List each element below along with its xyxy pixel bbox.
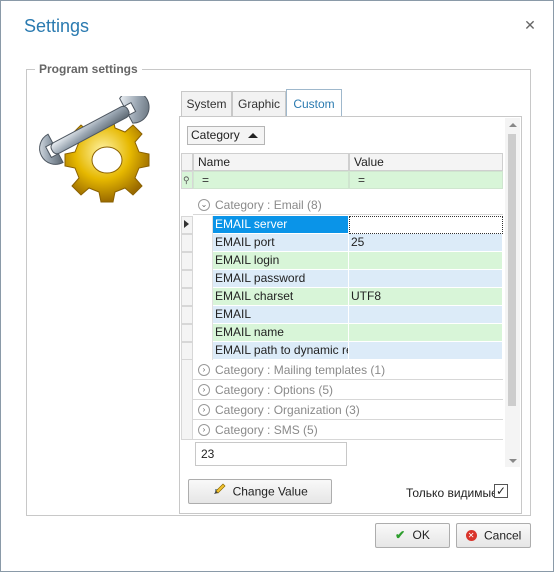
category-label: Category : Mailing templates (1) (215, 363, 386, 377)
row-value-cell[interactable] (349, 306, 503, 324)
row-name-cell[interactable]: EMAIL login (213, 252, 349, 270)
category-row-options[interactable]: › Category : Options (5) (193, 380, 503, 400)
row-name-cell[interactable]: EMAIL server (213, 216, 349, 234)
settings-dialog: Settings ✕ Program settings System Graph… (0, 0, 554, 572)
ok-label: OK (412, 528, 430, 542)
category-row-organization[interactable]: › Category : Organization (3) (193, 400, 503, 420)
only-visible-checkbox[interactable]: ✓ (494, 484, 508, 498)
check-icon: ✔ (395, 528, 406, 542)
ok-button[interactable]: ✔ OK (375, 523, 450, 548)
scroll-thumb[interactable] (508, 134, 516, 406)
current-row-arrow-icon (184, 220, 189, 228)
row-value-cell[interactable] (349, 252, 503, 270)
expand-icon[interactable]: › (198, 364, 210, 376)
change-value-button[interactable]: Change Value (188, 479, 332, 504)
scroll-up-icon[interactable] (509, 123, 517, 127)
cancel-icon: ✕ (465, 530, 477, 542)
row-name-cell[interactable]: EMAIL password (213, 270, 349, 288)
column-header-name[interactable]: Name (193, 153, 349, 171)
tab-system[interactable]: System (181, 91, 232, 116)
category-label: Category : Options (5) (215, 383, 334, 397)
filter-row-gutter: ⚲ (181, 171, 193, 189)
pencil-icon (212, 480, 226, 503)
scroll-down-icon[interactable] (509, 459, 517, 463)
filter-cell-name[interactable]: = (193, 171, 349, 189)
filter-pin-icon: ⚲ (183, 175, 190, 185)
category-label: Category : Organization (3) (215, 403, 360, 417)
change-value-label: Change Value (232, 484, 308, 499)
expand-icon[interactable]: › (198, 424, 210, 436)
row-value-cell[interactable] (349, 216, 503, 234)
group-by-combo[interactable]: Category (187, 126, 265, 145)
category-row-mailing-templates[interactable]: › Category : Mailing templates (1) (193, 360, 503, 380)
sort-ascending-icon (248, 133, 258, 138)
row-value-cell[interactable] (349, 324, 503, 342)
row-value-cell[interactable] (349, 342, 503, 360)
tab-graphic[interactable]: Graphic (232, 91, 286, 116)
close-icon[interactable]: ✕ (523, 18, 537, 32)
record-count: 23 (195, 442, 347, 466)
expand-icon[interactable]: › (198, 384, 210, 396)
cancel-label: Cancel (483, 528, 522, 543)
row-indicator (181, 216, 193, 234)
row-value-cell[interactable]: UTF8 (349, 288, 503, 306)
row-name-cell[interactable]: EMAIL name (213, 324, 349, 342)
only-visible-label: Только видимые (406, 486, 498, 500)
row-name-cell[interactable]: EMAIL port (213, 234, 349, 252)
group-legend: Program settings (35, 62, 142, 76)
row-value-cell[interactable] (349, 270, 503, 288)
dialog-title: Settings (24, 16, 90, 36)
grid-vertical-scrollbar[interactable] (505, 118, 520, 467)
category-label: Category : SMS (5) (215, 423, 318, 437)
category-row-email[interactable]: ⌄ Category : Email (8) (193, 195, 503, 215)
category-label: Category : Email (8) (215, 198, 322, 212)
column-header-value[interactable]: Value (349, 153, 503, 171)
filter-cell-value[interactable]: = (349, 171, 503, 189)
settings-logo-icon (39, 96, 150, 203)
row-value-cell[interactable]: 25 (349, 234, 503, 252)
row-name-cell[interactable]: EMAIL charset (213, 288, 349, 306)
collapse-icon[interactable]: ⌄ (198, 199, 210, 211)
expand-icon[interactable]: › (198, 404, 210, 416)
row-name-cell[interactable]: EMAIL path to dynamic repo (213, 342, 349, 360)
cancel-button[interactable]: ✕ Cancel (456, 523, 531, 548)
row-name-cell[interactable]: EMAIL (213, 306, 349, 324)
category-row-sms[interactable]: › Category : SMS (5) (193, 420, 503, 440)
row-header-corner (181, 153, 193, 171)
group-by-value: Category (191, 128, 240, 142)
tab-custom[interactable]: Custom (286, 89, 342, 117)
